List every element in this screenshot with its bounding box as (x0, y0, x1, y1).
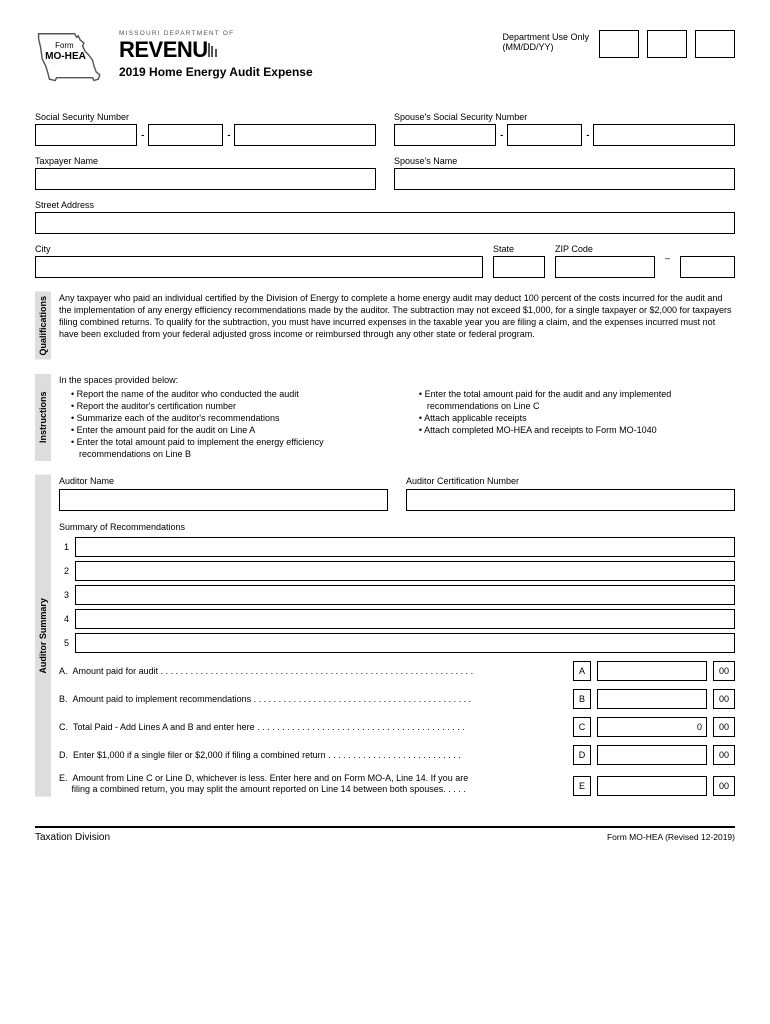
svg-text:Form: Form (55, 41, 74, 50)
line-c-label: C. Total Paid - Add Lines A and B and en… (59, 721, 567, 733)
zip-label: ZIP Code (555, 244, 655, 254)
spouse-ssn-part1[interactable] (394, 124, 496, 146)
logo-title-block: MISSOURI DEPARTMENT OF REVENU 2019 Home … (119, 30, 490, 79)
auditor-name-input[interactable] (59, 489, 388, 511)
line-e-letter-box: E (573, 776, 591, 796)
auditor-name-label: Auditor Name (59, 475, 388, 487)
revenue-logo: REVENU (119, 37, 490, 63)
auditor-summary-tab: Auditor Summary (35, 475, 51, 797)
dept-date-mm[interactable] (599, 30, 639, 58)
dept-use-block: Department Use Only (MM/DD/YY) (502, 30, 735, 58)
footer-form-rev: Form MO-HEA (Revised 12-2019) (607, 832, 735, 843)
footer-division: Taxation Division (35, 832, 110, 843)
rec-2-input[interactable] (75, 561, 735, 581)
taxpayer-name-input[interactable] (35, 168, 376, 190)
form-title: 2019 Home Energy Audit Expense (119, 65, 490, 79)
line-d-label: D. Enter $1,000 if a single filer or $2,… (59, 749, 567, 761)
spouse-ssn-part2[interactable] (507, 124, 582, 146)
line-b-label: B. Amount paid to implement recommendati… (59, 693, 567, 705)
line-e-amount[interactable] (597, 776, 707, 796)
dept-use-format: (MM/DD/YY) (502, 42, 589, 52)
spouse-ssn-label: Spouse's Social Security Number (394, 112, 735, 122)
summary-rec-label: Summary of Recommendations (59, 521, 735, 533)
line-e-cents: 00 (713, 776, 735, 796)
ssn-part1[interactable] (35, 124, 137, 146)
ssn-label: Social Security Number (35, 112, 376, 122)
qualifications-tab: Qualifications (35, 292, 51, 360)
state-input[interactable] (493, 256, 545, 278)
state-label: State (493, 244, 545, 254)
line-c-letter-box: C (573, 717, 591, 737)
ssn-part2[interactable] (148, 124, 223, 146)
dept-date-dd[interactable] (647, 30, 687, 58)
spouse-ssn-part3[interactable] (593, 124, 735, 146)
rec-5-input[interactable] (75, 633, 735, 653)
line-b-letter-box: B (573, 689, 591, 709)
line-d-amount[interactable] (597, 745, 707, 765)
logo-bars-icon (208, 37, 219, 63)
qualifications-text: Any taxpayer who paid an individual cert… (59, 292, 735, 360)
line-a-amount[interactable] (597, 661, 707, 681)
auditor-cert-input[interactable] (406, 489, 735, 511)
line-b-cents: 00 (713, 689, 735, 709)
page-footer: Taxation Division Form MO-HEA (Revised 1… (35, 826, 735, 843)
missouri-outline-icon: Form MO-HEA (35, 30, 107, 87)
line-e-label: E. Amount from Line C or Line D, whichev… (59, 773, 567, 796)
city-input[interactable] (35, 256, 483, 278)
dept-name-small: MISSOURI DEPARTMENT OF (119, 30, 490, 37)
street-label: Street Address (35, 200, 735, 210)
instructions-intro: In the spaces provided below: (59, 374, 735, 386)
dept-use-label: Department Use Only (502, 32, 589, 42)
city-label: City (35, 244, 483, 254)
line-a-letter-box: A (573, 661, 591, 681)
rec-1-input[interactable] (75, 537, 735, 557)
instructions-tab: Instructions (35, 374, 51, 461)
spouse-name-input[interactable] (394, 168, 735, 190)
dept-date-yy[interactable] (695, 30, 735, 58)
instructions-right-list: Enter the total amount paid for the audi… (407, 388, 735, 461)
line-c-amount[interactable]: 0 (597, 717, 707, 737)
rec-3-input[interactable] (75, 585, 735, 605)
line-d-cents: 00 (713, 745, 735, 765)
taxpayer-name-label: Taxpayer Name (35, 156, 376, 166)
rec-4-input[interactable] (75, 609, 735, 629)
line-c-cents: 00 (713, 717, 735, 737)
ssn-part3[interactable] (234, 124, 376, 146)
line-a-label: A. Amount paid for audit . . . . . . . .… (59, 665, 567, 677)
street-input[interactable] (35, 212, 735, 234)
auditor-cert-label: Auditor Certification Number (406, 475, 735, 487)
line-d-letter-box: D (573, 745, 591, 765)
form-header: Form MO-HEA MISSOURI DEPARTMENT OF REVEN… (35, 30, 735, 87)
spouse-name-label: Spouse's Name (394, 156, 735, 166)
zip4-input[interactable] (680, 256, 735, 278)
svg-text:MO-HEA: MO-HEA (45, 51, 87, 62)
line-a-cents: 00 (713, 661, 735, 681)
line-b-amount[interactable] (597, 689, 707, 709)
zip-input[interactable] (555, 256, 655, 278)
instructions-left-list: Report the name of the auditor who condu… (59, 388, 387, 461)
